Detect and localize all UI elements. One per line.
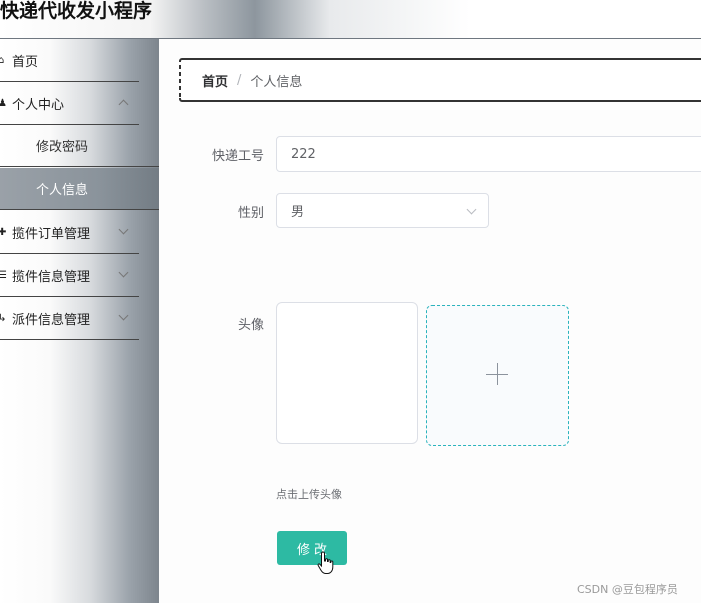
gender-label: 性别: [237, 206, 264, 221]
watermark: CSDN @豆包程序员: [577, 583, 678, 596]
employee-id-label: 快递工号: [211, 149, 264, 164]
user-icon: ♟: [0, 97, 7, 109]
sidebar: ⌂ 首页 ♟ 个人中心 修改密码 个人信息 ✚ 揽件订单管理 ☰ 揽件信息管理 …: [0, 39, 159, 603]
chevron-up-icon: [118, 99, 129, 110]
avatar-label: 头像: [237, 318, 264, 333]
gender-select[interactable]: 男: [276, 193, 489, 228]
employee-id-value: 222: [291, 146, 316, 162]
sidebar-item-label: 揽件信息管理: [12, 269, 91, 285]
sidebar-item-delivery-info[interactable]: ↳ 派件信息管理: [0, 297, 139, 340]
sidebar-item-pickup-orders[interactable]: ✚ 揽件订单管理: [0, 211, 139, 254]
chevron-down-icon: [466, 204, 477, 215]
gender-value: 男: [291, 205, 305, 220]
sidebar-item-personal-info[interactable]: 个人信息: [0, 168, 159, 210]
sidebar-item-label: 派件信息管理: [12, 312, 91, 328]
chevron-down-icon: [118, 310, 129, 321]
sidebar-item-home[interactable]: ⌂ 首页: [0, 39, 139, 82]
sidebar-item-change-password[interactable]: 修改密码: [0, 125, 159, 167]
breadcrumb-home[interactable]: 首页: [202, 71, 228, 90]
sidebar-item-label: 个人信息: [36, 183, 89, 198]
chevron-down-icon: [118, 267, 129, 278]
sidebar-item-pickup-info[interactable]: ☰ 揽件信息管理: [0, 254, 139, 297]
sidebar-item-label: 揽件订单管理: [12, 226, 91, 242]
app-title: 快递代收发小程序: [0, 0, 153, 22]
sidebar-item-personal-center[interactable]: ♟ 个人中心: [0, 82, 139, 125]
employee-id-input[interactable]: 222: [276, 136, 701, 172]
hand-cursor-icon: [317, 551, 334, 574]
app-header: 快递代收发小程序: [0, 0, 701, 39]
avatar-upload-button[interactable]: [426, 305, 569, 446]
sidebar-item-label: 修改密码: [36, 140, 89, 155]
avatar-upload-hint: 点击上传头像: [276, 488, 342, 501]
sidebar-item-label: 个人中心: [12, 97, 65, 113]
truck-icon: ↳: [0, 312, 7, 324]
list-icon: ☰: [0, 269, 7, 281]
avatar-preview: [276, 302, 418, 444]
breadcrumb-separator: /: [237, 72, 242, 88]
breadcrumb-current: 个人信息: [250, 74, 303, 90]
chevron-down-icon: [118, 224, 129, 235]
package-icon: ✚: [0, 226, 7, 238]
sidebar-item-label: 首页: [12, 54, 39, 70]
home-icon: ⌂: [0, 54, 5, 66]
breadcrumb: 首页 / 个人信息: [179, 58, 701, 102]
modify-button[interactable]: 修改: [277, 531, 347, 565]
